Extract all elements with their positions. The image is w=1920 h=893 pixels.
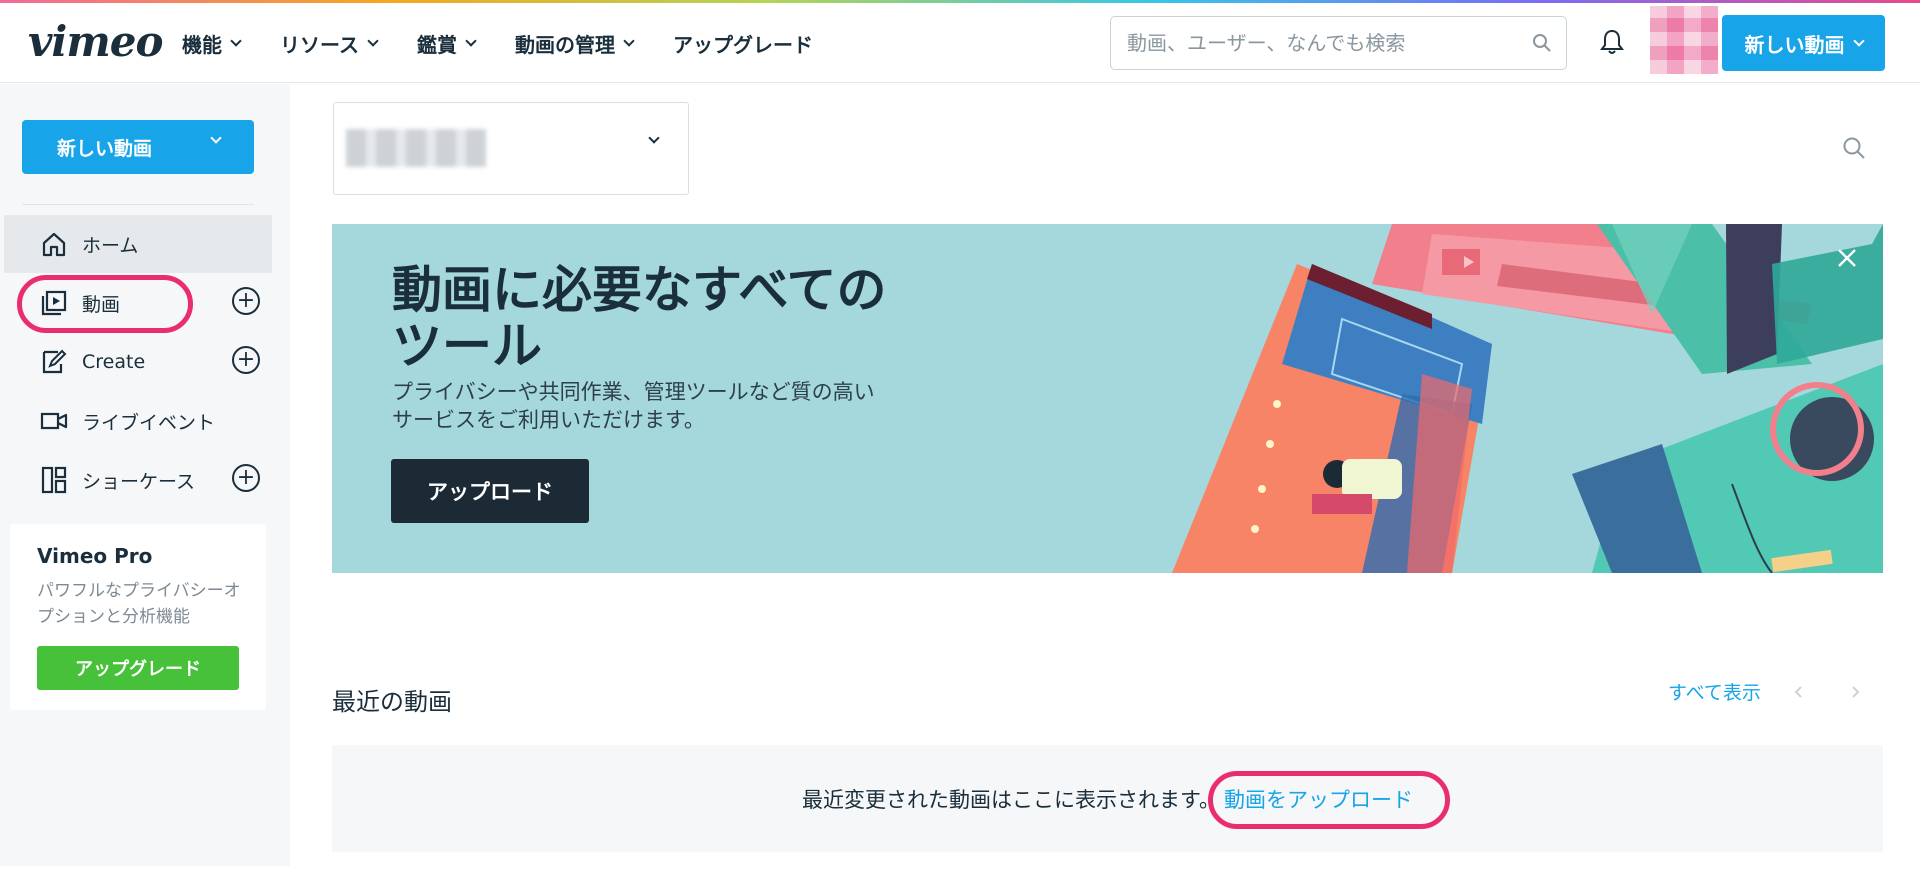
chevron-down-icon [623,34,635,47]
close-icon[interactable] [1837,248,1857,272]
nav-watch[interactable]: 鑑賞 [417,29,477,58]
home-icon [40,230,68,258]
sidebar-item-label: Create [82,351,146,373]
video-icon [40,289,68,317]
recent-videos-title: 最近の動画 [332,688,452,716]
sidebar-item-live-events[interactable]: ライブイベント [4,392,272,450]
chevron-down-icon [648,132,660,144]
search-icon[interactable] [1532,33,1552,57]
avatar[interactable] [1650,6,1718,74]
nav-label: 動画の管理 [515,32,615,57]
nav-label: アップグレード [673,32,813,57]
recent-videos-empty-state: 最近変更された動画はここに表示されます。 動画をアップロード [332,745,1883,852]
blurred-account-name [346,129,486,167]
sidebar: 新しい動画 ホーム 動画 + Create + ライブイベント ショーケース +… [0,84,290,866]
sidebar-item-home[interactable]: ホーム [4,215,272,273]
new-video-button[interactable]: 新しい動画 [1722,15,1885,71]
pro-description: パワフルなプライバシーオプションと分析機能 [37,581,241,627]
search-icon[interactable] [1842,136,1866,164]
main-nav: 機能 リソース 鑑賞 動画の管理 アップグレード [182,3,853,83]
add-create-icon[interactable]: + [232,346,260,374]
vimeo-pro-card: Vimeo Pro パワフルなプライバシーオプションと分析機能 アップグレード [10,524,266,710]
chevron-down-icon [1852,34,1865,47]
nav-label: リソース [280,32,359,57]
nav-features[interactable]: 機能 [182,29,242,58]
search-input[interactable] [1127,17,1517,69]
vimeo-logo[interactable]: vimeo [28,17,164,66]
chevron-down-icon [230,34,242,47]
nav-upgrade[interactable]: アップグレード [673,29,813,58]
global-search [1110,16,1567,70]
top-header: vimeo 機能 リソース 鑑賞 動画の管理 アップグレード 新しい動画 [0,3,1920,83]
nav-resources[interactable]: リソース [280,29,379,58]
promo-banner: 動画に必要なすべてのツール プライバシーや共同作業、管理ツールなど質の高いサービ… [332,224,1883,573]
banner-title: 動画に必要なすべてのツール [392,261,887,375]
sidebar-item-label: ライブイベント [82,411,216,434]
sidebar-new-video-button[interactable]: 新しい動画 [22,120,254,174]
new-video-label: 新しい動画 [1744,32,1845,57]
chevron-down-icon [465,34,477,47]
chevron-down-icon [210,132,222,144]
sidebar-item-label: ショーケース [82,470,196,493]
nav-label: 鑑賞 [417,32,457,57]
nav-label: 機能 [182,32,222,57]
sidebar-item-label: 動画 [82,293,121,316]
chevron-left-icon[interactable] [1792,684,1806,698]
camera-icon [40,407,68,435]
team-selector[interactable] [333,102,689,195]
create-icon [40,348,68,376]
sidebar-divider [22,204,254,205]
pro-upgrade-button[interactable]: アップグレード [37,646,239,690]
sidebar-item-label: ホーム [82,234,139,257]
showcase-icon [40,466,68,494]
sidebar-new-video-label: 新しい動画 [57,137,153,160]
chevron-right-icon[interactable] [1848,684,1862,698]
banner-description: プライバシーや共同作業、管理ツールなど質の高いサービスをご利用いただけます。 [392,380,875,432]
empty-state-text: 最近変更された動画はここに表示されます。 [802,787,1220,812]
add-video-icon[interactable]: + [232,287,260,315]
see-all-link[interactable]: すべて表示 [1668,678,1761,705]
bell-icon[interactable] [1600,29,1624,59]
banner-illustration [1172,224,1883,573]
add-showcase-icon[interactable]: + [232,464,260,492]
nav-manage-videos[interactable]: 動画の管理 [515,29,635,58]
upload-video-link[interactable]: 動画をアップロード [1224,784,1413,814]
pro-title: Vimeo Pro [37,544,153,568]
banner-upload-button[interactable]: アップロード [391,459,589,523]
chevron-down-icon [367,34,379,47]
